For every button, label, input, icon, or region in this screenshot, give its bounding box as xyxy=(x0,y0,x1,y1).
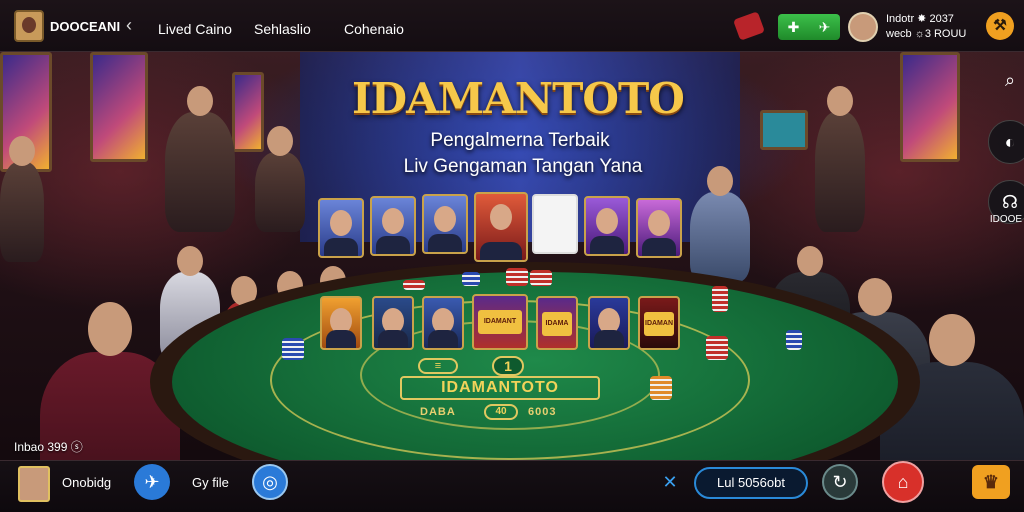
chip-stack xyxy=(506,268,528,286)
felt-sub-left: DABA xyxy=(420,406,456,418)
nav-item-2[interactable]: Sehlaslio xyxy=(254,21,311,37)
hero-subtitle-1: Pengalmerna Terbaik xyxy=(430,130,610,151)
nav-live-casino[interactable]: Lived Caino xyxy=(158,21,232,37)
chevron-left-icon[interactable]: ‹ xyxy=(126,15,132,36)
playing-cards-card[interactable] xyxy=(532,194,578,254)
tools-icon[interactable]: ✕ xyxy=(652,464,688,500)
dealer-card[interactable] xyxy=(584,196,630,256)
wall-poster xyxy=(900,52,960,162)
balance-text: Inbao 399 ⓢ xyxy=(14,440,83,454)
chip-stack xyxy=(530,270,552,286)
brand-logo-icon[interactable] xyxy=(14,10,44,42)
game-logo-text: IDAMAN xyxy=(644,312,674,336)
dealer-card[interactable] xyxy=(422,194,468,254)
chip-stack xyxy=(282,338,304,360)
live-casino-app: IDAMANTOTO Pengalmerna Terbaik Liv Genga… xyxy=(0,0,1024,512)
nav-item-3[interactable]: Cohenaio xyxy=(344,21,404,37)
wrench-icon[interactable]: ⚒ xyxy=(986,12,1014,40)
game-logo-text: IDAMANT xyxy=(478,310,522,334)
game-logo-card[interactable]: IDAMA xyxy=(536,296,578,350)
chip-stack xyxy=(462,272,480,286)
home-icon[interactable]: ⌂ xyxy=(882,461,924,503)
trophy-icon[interactable]: ♛ xyxy=(972,465,1010,499)
game-card[interactable] xyxy=(422,296,464,350)
background-person xyxy=(255,126,305,232)
hero-title: IDAMANTOTO xyxy=(352,74,685,123)
dealer-card[interactable] xyxy=(636,198,682,258)
felt-number-badge[interactable]: 1 xyxy=(492,356,524,376)
ticket-icon[interactable] xyxy=(733,11,765,41)
game-card[interactable] xyxy=(372,296,414,350)
felt-center-badge: 40 xyxy=(484,404,518,420)
dealer-card[interactable] xyxy=(474,192,528,262)
background-person xyxy=(815,86,865,232)
wheel-icon[interactable]: ◎ xyxy=(252,464,288,500)
gift-icon: ✚ xyxy=(787,18,800,35)
felt-sub-right: 6003 xyxy=(528,406,557,418)
slot-machine-screen xyxy=(760,110,808,150)
wall-poster xyxy=(90,52,148,162)
chat-icon[interactable]: ◐ xyxy=(988,120,1024,164)
felt-badge: ≡ xyxy=(418,358,458,374)
live-button[interactable]: Lul 5056obt xyxy=(694,467,808,499)
chip-stack xyxy=(706,336,728,360)
wall-poster xyxy=(232,72,264,152)
search-icon[interactable]: ⌕ xyxy=(988,58,1024,102)
background-person xyxy=(165,86,235,232)
user-avatar[interactable] xyxy=(848,12,878,42)
chip-stack xyxy=(786,330,802,350)
user-line-2: wecb ☼3 ROUU xyxy=(886,28,967,40)
chip-stack xyxy=(403,280,425,290)
game-card[interactable] xyxy=(588,296,630,350)
felt-title: IDAMANTOTO xyxy=(400,376,600,400)
handshake-icon: ✈ xyxy=(818,18,831,35)
promo-button[interactable]: ✚ ✈ xyxy=(778,14,840,40)
game-logo-card[interactable]: IDAMANT xyxy=(472,294,528,350)
player-name: Onobidg xyxy=(62,475,112,490)
background-person xyxy=(0,136,44,262)
chip-stack xyxy=(650,376,672,400)
game-logo-text: IDAMA xyxy=(542,312,572,336)
top-bar: DOOCEANI ‹ Lived Caino Sehlaslio Cohenai… xyxy=(0,0,1024,52)
avatar-icon[interactable] xyxy=(18,466,50,502)
support-label: IDOOE xyxy=(989,214,1023,225)
game-label[interactable]: Gy file xyxy=(192,475,229,490)
background-person xyxy=(690,166,750,282)
chip-stack xyxy=(712,286,728,312)
dealer-card[interactable] xyxy=(370,196,416,256)
dealer-card[interactable] xyxy=(318,198,364,258)
brand-name[interactable]: DOOCEANI xyxy=(50,19,120,34)
game-card[interactable] xyxy=(320,296,362,350)
game-logo-card[interactable]: IDAMAN xyxy=(638,296,680,350)
refresh-icon[interactable]: ↻ xyxy=(822,464,858,500)
user-line-1: Indotr ✸ 2037 xyxy=(886,13,954,25)
hero-subtitle-2: Liv Gengaman Tangan Yana xyxy=(403,156,643,177)
sports-icon[interactable]: ✈ xyxy=(134,464,170,500)
